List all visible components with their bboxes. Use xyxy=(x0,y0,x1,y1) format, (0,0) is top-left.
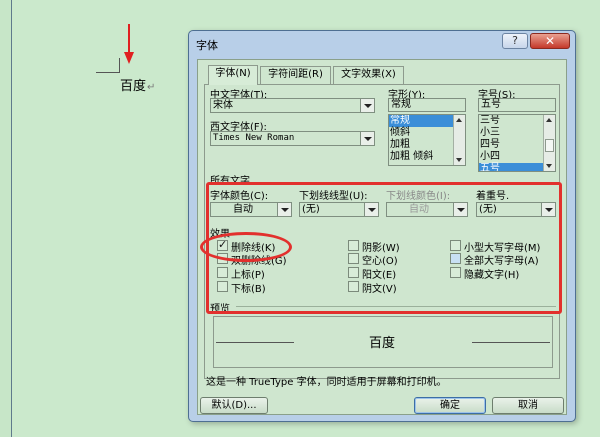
document-text-content: 百度 xyxy=(120,79,147,94)
close-button[interactable]: ✕ xyxy=(530,33,570,49)
help-button[interactable]: ? xyxy=(502,33,528,49)
tab-character-spacing[interactable]: 字符间距(R) xyxy=(260,66,331,84)
document-text[interactable]: 百度↵ xyxy=(120,75,155,94)
red-highlight-ellipse xyxy=(200,232,292,262)
scroll-thumb[interactable] xyxy=(545,139,554,152)
scroll-up-icon[interactable] xyxy=(456,118,462,122)
scroll-down-icon[interactable] xyxy=(546,164,552,168)
font-style-scrollbar[interactable] xyxy=(453,115,465,165)
margin-marker-vertical xyxy=(119,58,120,73)
paragraph-mark-icon: ↵ xyxy=(147,82,156,93)
red-arrow-annotation xyxy=(128,24,130,55)
font-style-input[interactable]: 常规 xyxy=(388,98,466,112)
font-size-input[interactable]: 五号 xyxy=(478,98,556,112)
dialog-title-bar[interactable]: 字体 ? ✕ xyxy=(189,31,575,55)
ok-button[interactable]: 确定 xyxy=(414,397,486,414)
chinese-font-combo[interactable]: 宋体 xyxy=(210,98,375,113)
chinese-font-value: 宋体 xyxy=(213,100,233,111)
tab-text-effects[interactable]: 文字效果(X) xyxy=(333,66,404,84)
scroll-up-icon[interactable] xyxy=(546,118,552,122)
font-size-list[interactable]: 三号 小三 四号 小四 五号 xyxy=(478,114,556,172)
font-size-scrollbar[interactable] xyxy=(543,115,555,171)
red-arrow-head xyxy=(124,52,134,64)
chevron-down-icon[interactable] xyxy=(360,132,374,145)
preview-baseline-right xyxy=(472,342,550,343)
default-button[interactable]: 默认(D)... xyxy=(200,397,268,414)
font-description: 这是一种 TrueType 字体，同时适用于屏幕和打印机。 xyxy=(206,377,447,388)
tab-font[interactable]: 字体(N) xyxy=(208,65,258,85)
western-font-value: Times New Roman xyxy=(213,133,295,143)
preview-text: 百度 xyxy=(369,336,396,351)
cancel-button[interactable]: 取消 xyxy=(492,397,564,414)
western-font-combo[interactable]: Times New Roman xyxy=(210,131,375,146)
margin-marker-horizontal xyxy=(96,72,120,73)
chevron-down-icon[interactable] xyxy=(360,99,374,112)
document-left-strip xyxy=(0,0,12,437)
preview-box: 百度 xyxy=(213,316,553,368)
preview-baseline-left xyxy=(216,342,294,343)
scroll-down-icon[interactable] xyxy=(456,158,462,162)
dialog-title: 字体 xyxy=(196,39,218,52)
font-style-list[interactable]: 常规 倾斜 加粗 加粗 倾斜 xyxy=(388,114,466,166)
